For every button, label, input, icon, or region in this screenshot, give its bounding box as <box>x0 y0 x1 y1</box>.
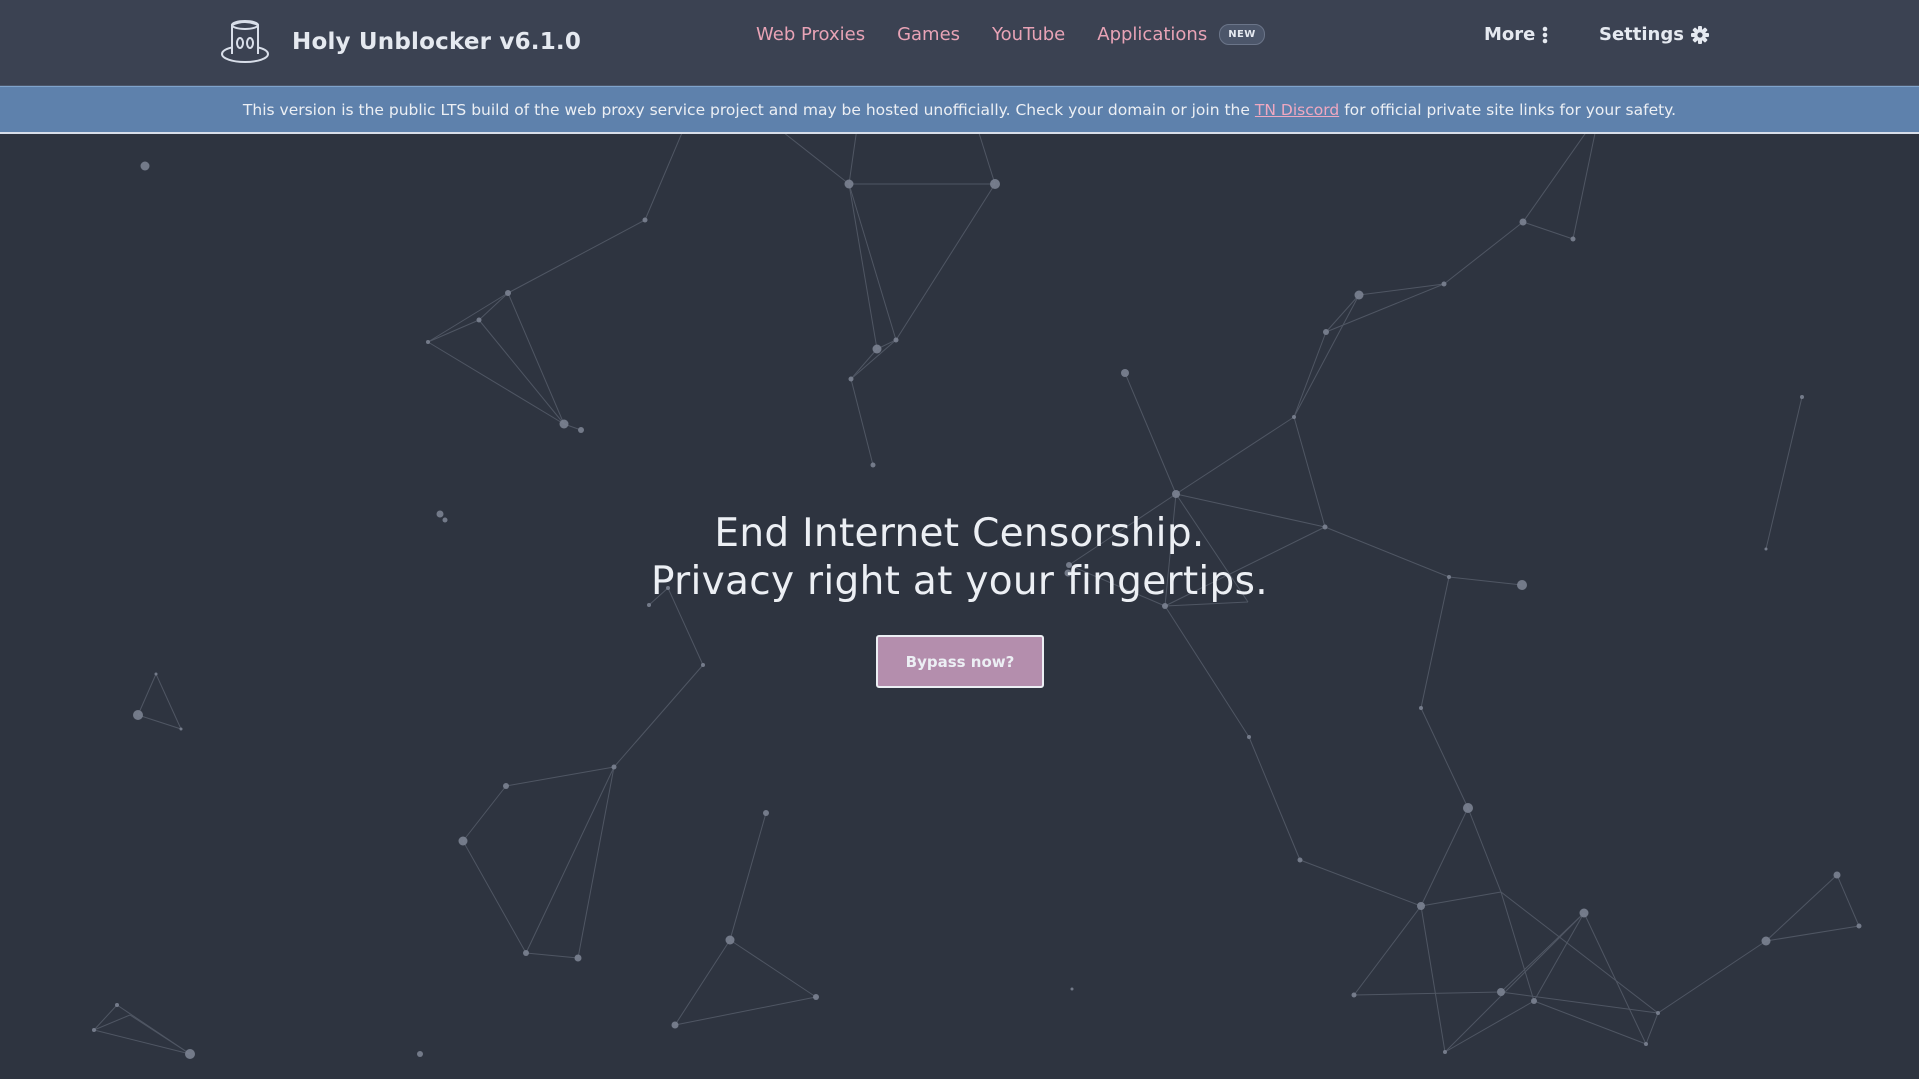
top-navbar: Holy Unblocker v6.1.0 Web Proxies Games … <box>0 0 1919 86</box>
more-label: More <box>1484 24 1536 45</box>
notice-text-before: This version is the public LTS build of … <box>242 100 1250 119</box>
nav-youtube[interactable]: YouTube <box>992 24 1065 45</box>
vertical-ellipsis-icon <box>1543 26 1548 43</box>
hero-subheadline: Privacy right at your fingertips. <box>651 559 1268 604</box>
settings-button[interactable]: Settings <box>1599 24 1709 45</box>
bypass-now-button[interactable]: Bypass now? <box>876 635 1044 688</box>
brand[interactable]: Holy Unblocker v6.1.0 <box>220 14 581 70</box>
new-badge: NEW <box>1219 24 1265 45</box>
settings-label: Settings <box>1599 24 1684 45</box>
notice-text-after: for official private site links for your… <box>1344 100 1677 119</box>
nav-applications[interactable]: Applications NEW <box>1097 24 1265 45</box>
hero-headline: End Internet Censorship. <box>714 511 1205 556</box>
top-hat-icon <box>221 20 269 63</box>
gear-icon <box>1690 25 1709 44</box>
unofficial-hosting-notice: This version is the public LTS build of … <box>0 86 1919 134</box>
nav-applications-label[interactable]: Applications <box>1097 24 1207 45</box>
more-menu-button[interactable]: More <box>1484 24 1548 45</box>
brand-title: Holy Unblocker v6.1.0 <box>292 29 582 55</box>
nav-web-proxies[interactable]: Web Proxies <box>756 24 865 45</box>
tn-discord-link[interactable]: TN Discord <box>1255 101 1339 119</box>
main-nav: Web Proxies Games YouTube Applications N… <box>756 24 1265 45</box>
particle-network-background <box>92 134 1862 1059</box>
nav-games[interactable]: Games <box>897 24 960 45</box>
hero: End Internet Censorship. Privacy right a… <box>0 510 1919 606</box>
